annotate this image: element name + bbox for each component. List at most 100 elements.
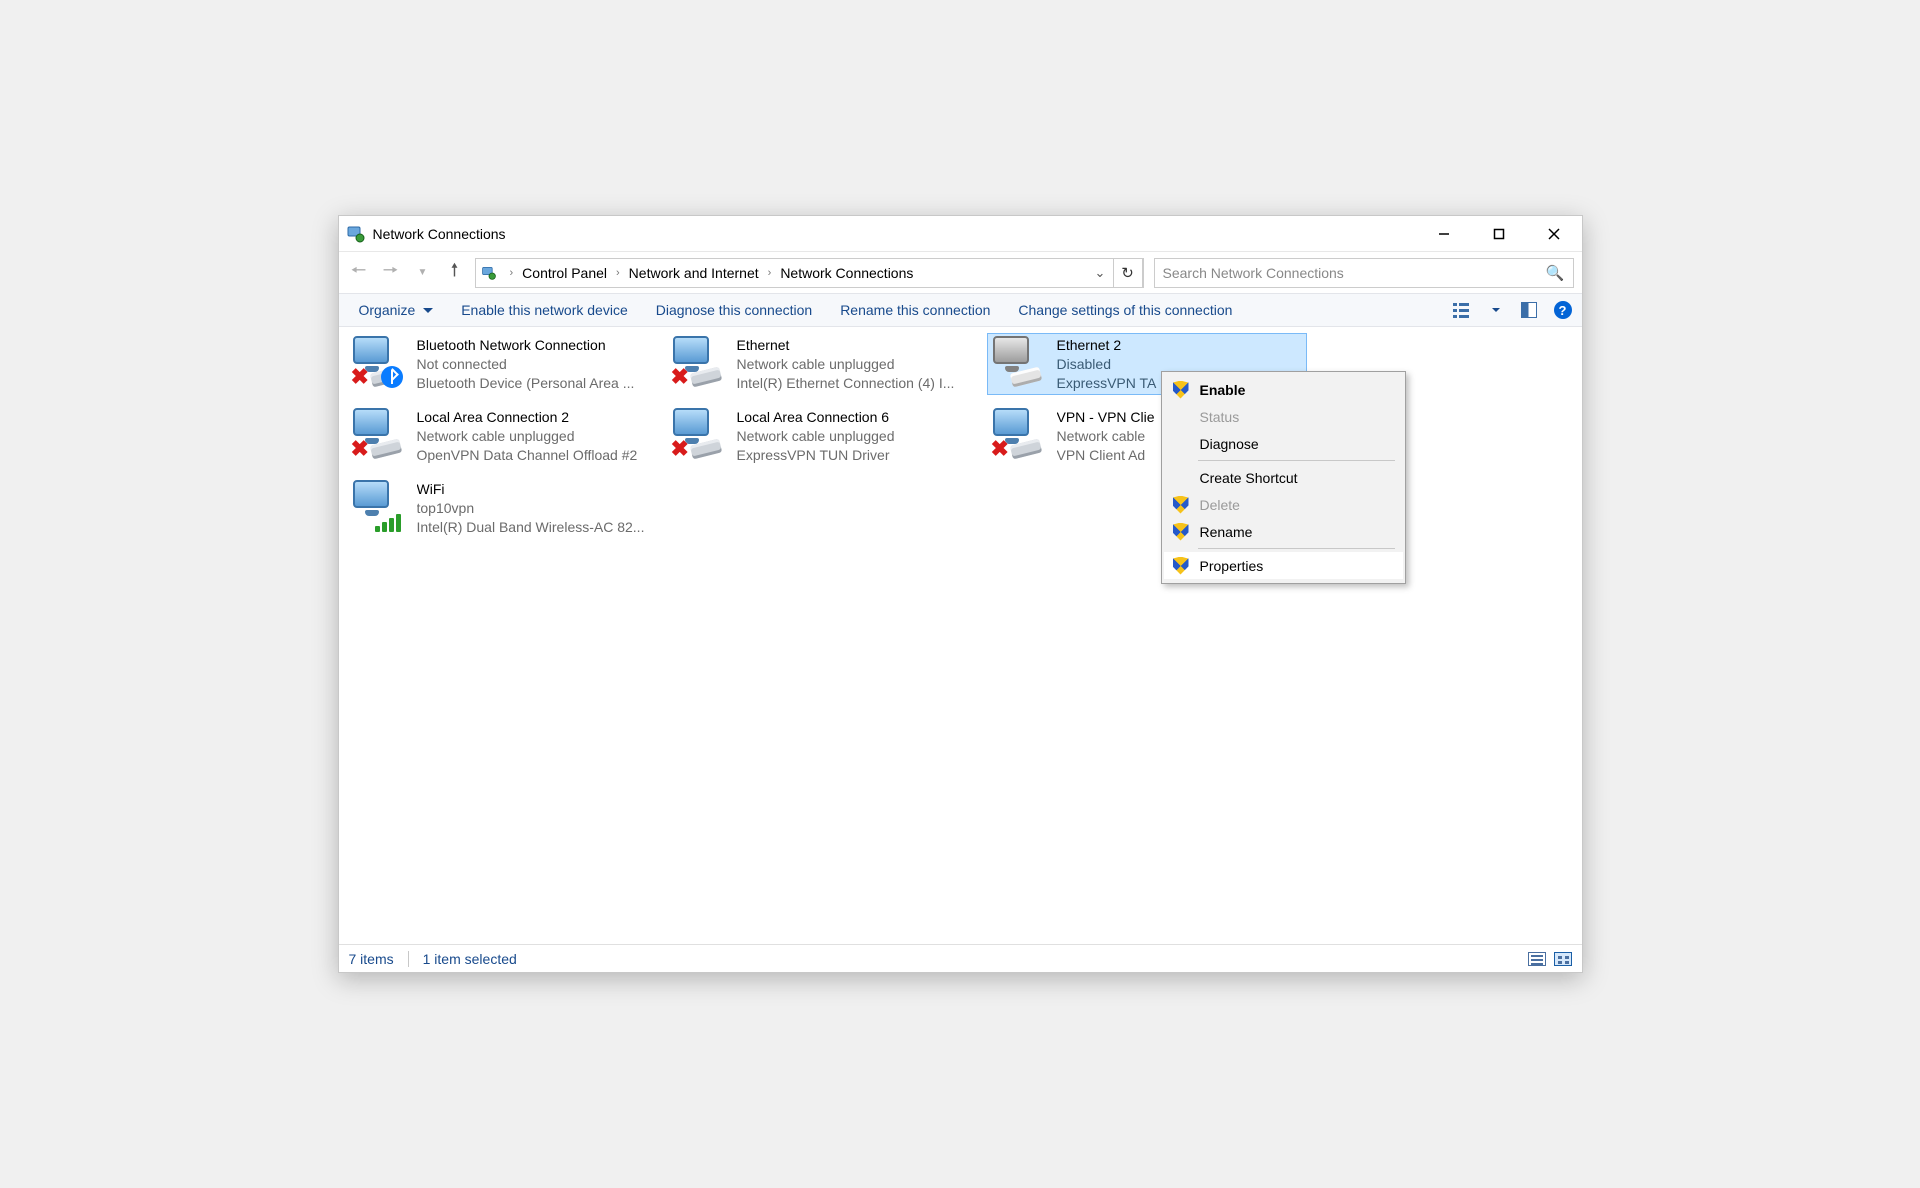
adapter-device: Intel(R) Ethernet Connection (4) I... xyxy=(737,374,977,393)
adapter-status: top10vpn xyxy=(417,499,661,518)
adapter-device: Bluetooth Device (Personal Area ... xyxy=(417,374,657,393)
preview-pane-button[interactable] xyxy=(1518,299,1540,321)
menu-item-icon xyxy=(1168,381,1194,399)
view-options-icon xyxy=(1453,302,1469,318)
minimize-button[interactable] xyxy=(1417,216,1472,251)
breadcrumb-item[interactable]: Network and Internet xyxy=(626,260,762,286)
adapter-device: OpenVPN Data Channel Offload #2 xyxy=(417,446,657,465)
context-menu-item[interactable]: Create Shortcut xyxy=(1164,464,1403,491)
breadcrumb-item[interactable]: Network Connections xyxy=(777,260,916,286)
view-options-dropdown[interactable] xyxy=(1484,299,1506,321)
shield-icon xyxy=(1173,496,1189,514)
adapter-status: Network cable unplugged xyxy=(737,355,981,374)
breadcrumb-item[interactable]: Control Panel xyxy=(519,260,610,286)
adapter-name: Local Area Connection 6 xyxy=(737,408,981,427)
error-icon: ✖ xyxy=(671,364,689,390)
help-icon: ? xyxy=(1554,301,1572,319)
status-selected-count: 1 item selected xyxy=(423,951,517,967)
adapter-item[interactable]: ✖ Local Area Connection 6Network cable un… xyxy=(667,405,987,467)
rename-connection-button[interactable]: Rename this connection xyxy=(826,296,1004,324)
error-icon: ✖ xyxy=(351,436,369,462)
adapter-item[interactable]: ✖ EthernetNetwork cable unpluggedIntel(R)… xyxy=(667,333,987,395)
organize-button[interactable]: Organize xyxy=(345,296,448,324)
shield-icon xyxy=(1173,381,1189,399)
organize-label: Organize xyxy=(359,302,416,318)
menu-item-label: Properties xyxy=(1200,558,1264,574)
separator xyxy=(408,951,409,967)
error-icon: ✖ xyxy=(351,364,369,390)
app-icon xyxy=(347,225,365,243)
help-button[interactable]: ? xyxy=(1552,299,1574,321)
maximize-button[interactable] xyxy=(1472,216,1527,251)
chevron-right-icon[interactable]: › xyxy=(504,267,520,279)
enable-device-button[interactable]: Enable this network device xyxy=(447,296,642,324)
location-icon xyxy=(480,264,498,282)
adapter-status: Network cable unplugged xyxy=(417,427,661,446)
menu-item-label: Diagnose xyxy=(1200,436,1259,452)
shield-icon xyxy=(1173,557,1189,575)
address-history-button[interactable]: ⌄ xyxy=(1087,259,1113,287)
window-title: Network Connections xyxy=(373,226,506,242)
tiles-view-button[interactable] xyxy=(1554,952,1572,966)
search-input[interactable] xyxy=(1163,265,1546,281)
adapter-device: Intel(R) Dual Band Wireless-AC 82... xyxy=(417,518,657,537)
window: Network Connections 🠔 🠖 ▼ 🠕 xyxy=(338,215,1583,973)
address-bar-row: 🠔 🠖 ▼ 🠕 › Control Panel › Network and In… xyxy=(339,251,1582,293)
adapter-name: Ethernet xyxy=(737,336,981,355)
status-item-count: 7 items xyxy=(349,951,394,967)
nav-back-button[interactable]: 🠔 xyxy=(343,257,375,289)
network-adapter-icon xyxy=(353,480,407,534)
separator xyxy=(1198,548,1395,549)
network-adapter-icon xyxy=(993,336,1047,390)
adapter-name: Bluetooth Network Connection xyxy=(417,336,661,355)
bluetooth-icon xyxy=(381,366,403,388)
close-button[interactable] xyxy=(1527,216,1582,251)
shield-icon xyxy=(1173,523,1189,541)
window-controls xyxy=(1417,216,1582,251)
menu-item-icon xyxy=(1168,557,1194,575)
network-adapter-icon: ✖ xyxy=(673,336,727,390)
network-adapter-icon: ✖ xyxy=(993,408,1047,462)
adapter-name: WiFi xyxy=(417,480,661,499)
menu-item-label: Enable xyxy=(1200,382,1246,398)
content-area[interactable]: ✖Bluetooth Network ConnectionNot connect… xyxy=(339,327,1582,944)
error-icon: ✖ xyxy=(991,436,1009,462)
diagnose-connection-button[interactable]: Diagnose this connection xyxy=(642,296,826,324)
chevron-right-icon[interactable]: › xyxy=(762,267,778,279)
adapter-item[interactable]: WiFitop10vpnIntel(R) Dual Band Wireless-… xyxy=(347,477,667,539)
search-box[interactable]: 🔍 xyxy=(1154,258,1574,288)
adapter-item[interactable]: ✖ Local Area Connection 2Network cable un… xyxy=(347,405,667,467)
menu-item-label: Status xyxy=(1200,409,1240,425)
context-menu-item[interactable]: Enable xyxy=(1164,376,1403,403)
context-menu: Enable Status Diagnose Create Shortcut Delet… xyxy=(1161,371,1406,584)
nav-forward-button[interactable]: 🠖 xyxy=(375,257,407,289)
adapter-item[interactable]: ✖Bluetooth Network ConnectionNot connect… xyxy=(347,333,667,395)
recent-locations-button[interactable]: ▼ xyxy=(407,257,439,289)
context-menu-item[interactable]: Properties xyxy=(1164,552,1403,579)
separator xyxy=(1198,460,1395,461)
error-icon: ✖ xyxy=(671,436,689,462)
menu-item-label: Rename xyxy=(1200,524,1253,540)
command-bar: Organize Enable this network device Diag… xyxy=(339,293,1582,327)
chevron-down-icon xyxy=(423,308,433,313)
network-adapter-icon: ✖ xyxy=(673,408,727,462)
change-settings-button[interactable]: Change settings of this connection xyxy=(1004,296,1246,324)
refresh-button[interactable]: ↻ xyxy=(1113,258,1143,288)
chevron-right-icon[interactable]: › xyxy=(610,267,626,279)
details-view-button[interactable] xyxy=(1528,952,1546,966)
status-bar: 7 items 1 item selected xyxy=(339,944,1582,972)
breadcrumb[interactable]: › Control Panel › Network and Internet ›… xyxy=(475,258,1144,288)
chevron-down-icon xyxy=(1492,308,1500,312)
context-menu-item[interactable]: Rename xyxy=(1164,518,1403,545)
nav-up-button[interactable]: 🠕 xyxy=(439,257,471,289)
adapter-device: ExpressVPN TUN Driver xyxy=(737,446,977,465)
view-options-button[interactable] xyxy=(1450,299,1472,321)
network-adapter-icon: ✖ xyxy=(353,336,407,390)
context-menu-item[interactable]: Diagnose xyxy=(1164,430,1403,457)
adapter-status: Network cable unplugged xyxy=(737,427,981,446)
menu-item-icon xyxy=(1168,496,1194,514)
search-icon[interactable]: 🔍 xyxy=(1546,264,1565,282)
title-bar: Network Connections xyxy=(339,216,1582,251)
adapter-name: Local Area Connection 2 xyxy=(417,408,661,427)
menu-item-label: Delete xyxy=(1200,497,1240,513)
